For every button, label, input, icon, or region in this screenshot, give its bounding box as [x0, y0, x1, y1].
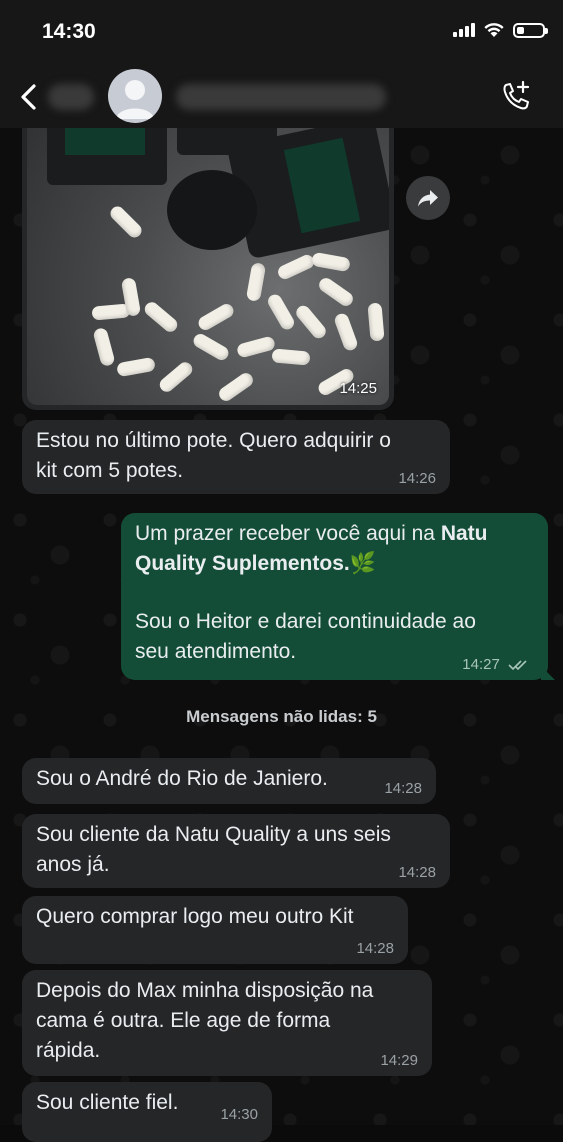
- message-text: Sou o Heitor e darei continuidade ao: [135, 610, 476, 633]
- chevron-left-icon[interactable]: [14, 80, 44, 114]
- message-text: Sou cliente da Natu Quality a uns seis: [36, 823, 391, 846]
- status-time: 14:30: [42, 20, 96, 43]
- forward-button[interactable]: [406, 176, 450, 220]
- incoming-message[interactable]: Sou cliente da Natu Quality a uns seis a…: [22, 814, 450, 888]
- incoming-message[interactable]: Depois do Max minha disposição na cama é…: [22, 970, 432, 1076]
- herb-emoji: 🌿: [349, 552, 376, 575]
- message-time: 14:28: [398, 864, 436, 881]
- message-time: 14:27: [462, 656, 500, 673]
- message-time: 14:28: [384, 780, 422, 797]
- message-text: cama é outra. Ele age de forma: [36, 1009, 331, 1032]
- double-check-icon: [508, 660, 527, 671]
- message-time: 14:29: [380, 1052, 418, 1069]
- signal-icon: [453, 23, 475, 37]
- message-photo[interactable]: 14:25: [27, 115, 389, 405]
- forward-icon: [418, 190, 438, 207]
- message-time-status: 14:27: [462, 656, 530, 674]
- status-icons: [453, 22, 548, 38]
- message-text: Depois do Max minha disposição na: [36, 979, 374, 1002]
- incoming-message[interactable]: Sou cliente fiel. 14:30: [22, 1082, 272, 1142]
- message-text-bold: Quality Suplementos.: [135, 552, 350, 575]
- message-text: Estou no último pote. Quero adquirir o: [36, 429, 391, 452]
- message-text: rápida.: [36, 1039, 101, 1062]
- message-text: kit com 5 potes.: [36, 459, 184, 482]
- wifi-icon: [484, 23, 504, 37]
- message-text: Um prazer receber você aqui na: [135, 522, 441, 545]
- incoming-message[interactable]: Quero comprar logo meu outro Kit 14:28: [22, 896, 408, 964]
- message-text: Sou o André do Rio de Janiero.: [36, 767, 328, 790]
- contact-name-blurred[interactable]: [176, 84, 386, 110]
- message-text: Quero comprar logo meu outro Kit: [36, 905, 354, 928]
- image-message[interactable]: 14:25: [22, 110, 394, 410]
- message-time: 14:30: [220, 1106, 258, 1123]
- add-call-icon[interactable]: [499, 80, 533, 114]
- avatar[interactable]: [108, 69, 162, 123]
- unread-count-blurred: [48, 84, 94, 110]
- message-list[interactable]: 14:25 Estou no último pote. Quero adquir…: [0, 0, 563, 1142]
- unread-messages-divider: Mensagens não lidas: 5: [186, 707, 377, 726]
- message-time: 14:28: [356, 940, 394, 957]
- battery-icon: [513, 22, 548, 38]
- outgoing-message[interactable]: Um prazer receber você aqui na Natu Qual…: [121, 513, 555, 680]
- message-time: 14:25: [339, 380, 377, 397]
- message-text-bold: Natu: [440, 522, 488, 545]
- message-time: 14:26: [398, 470, 436, 487]
- status-bar: 14:30: [0, 0, 563, 66]
- incoming-message[interactable]: Sou o André do Rio de Janiero. 14:28: [22, 758, 436, 804]
- incoming-message[interactable]: Estou no último pote. Quero adquirir o k…: [22, 420, 450, 494]
- message-text: anos já.: [36, 853, 110, 876]
- chat-header[interactable]: [0, 66, 563, 128]
- bubble-tail: [541, 666, 555, 680]
